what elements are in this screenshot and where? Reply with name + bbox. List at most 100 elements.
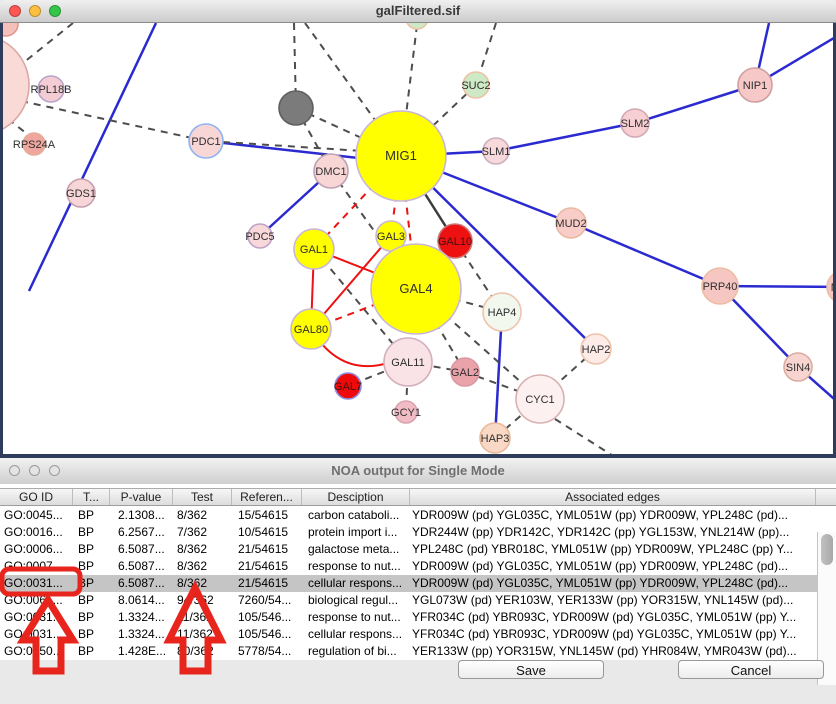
edge-dashed (18, 23, 73, 67)
cell-description: response to nut... (302, 609, 410, 626)
node-gal80[interactable]: GAL80 (291, 309, 331, 349)
table-row-9[interactable]: GO:0050...BP1.428E...80/3625778/54...reg… (0, 643, 836, 660)
cell-assoc: YFR034C (pd) YBR093C, YDR009W (pd) YGL03… (410, 626, 816, 643)
node-gal4[interactable]: GAL4 (371, 244, 461, 334)
node-label: HAP2 (582, 344, 611, 356)
cell-test: 8/362 (173, 575, 232, 592)
edge-blue (571, 223, 720, 286)
node-label: GAL4 (399, 281, 432, 296)
node-label: GAL80 (294, 324, 328, 336)
cell-type: BP (73, 575, 110, 592)
cell-reference: 21/54615 (232, 541, 302, 558)
cell-reference: 5778/54... (232, 643, 302, 660)
cell-test: 7/362 (173, 524, 232, 541)
node-gray[interactable] (279, 91, 313, 125)
cell-p_value: 2.1308... (110, 507, 173, 524)
cell-reference: 21/54615 (232, 575, 302, 592)
node-pdc1[interactable]: PDC1 (189, 124, 223, 158)
node-gal11[interactable]: GAL11 (384, 338, 432, 386)
column-header-assoc[interactable]: Associated edges (410, 489, 816, 505)
node-mig1[interactable]: MIG1 (356, 111, 446, 201)
node-slm1[interactable]: SLM1 (482, 138, 511, 164)
cell-reference: 7260/54... (232, 592, 302, 609)
node-label: NIP1 (743, 80, 767, 92)
column-header-description[interactable]: Desciption (302, 489, 410, 505)
node-slm2[interactable]: SLM2 (621, 109, 650, 137)
node-prp40[interactable]: PRP40 (702, 268, 738, 304)
node-rps24a[interactable]: RPS24A (13, 133, 56, 155)
window-galfiltered: galFiltered.sif RPL18BRPS24AGDS1PDC1PDC5… (0, 0, 836, 458)
window-title: galFiltered.sif (0, 0, 836, 22)
cancel-button[interactable]: Cancel (678, 660, 824, 679)
node-rpl18b[interactable]: RPL18B (31, 76, 72, 102)
save-button[interactable]: Save (458, 660, 604, 679)
cell-type: BP (73, 626, 110, 643)
cell-go_id: GO:0006... (0, 541, 73, 558)
node-label: CYC1 (525, 394, 554, 406)
cell-go_id: GO:0045... (0, 507, 73, 524)
titlebar-noa[interactable]: NOA output for Single Mode (0, 458, 836, 485)
node-label: PDC1 (191, 136, 220, 148)
node-msn[interactable]: MSN (827, 271, 833, 303)
titlebar-galfiltered[interactable]: galFiltered.sif (0, 0, 836, 23)
column-header-go_id[interactable]: GO ID (0, 489, 73, 505)
table-row-5-selected[interactable]: GO:0031...BP6.5087...8/36221/54615cellul… (0, 575, 836, 592)
cell-go_id: GO:0031... (0, 575, 73, 592)
cell-assoc: YGL073W (pd) YER103W, YER133W (pp) YOR31… (410, 592, 816, 609)
table-row-4[interactable]: GO:0007...BP6.5087...8/36221/54615respon… (0, 558, 836, 575)
cell-reference: 21/54615 (232, 558, 302, 575)
column-header-test[interactable]: Test (173, 489, 232, 505)
column-header-reference[interactable]: Referen... (232, 489, 302, 505)
node-label: HAP3 (481, 433, 510, 445)
node-gal2[interactable]: GAL2 (451, 358, 479, 386)
node-gal7[interactable]: GAL7 (334, 373, 362, 399)
node-hap2[interactable]: HAP2 (581, 334, 611, 364)
node-label: MSN (831, 282, 833, 294)
table-row-3[interactable]: GO:0006...BP6.5087...8/36221/54615galact… (0, 541, 836, 558)
table-row-7[interactable]: GO:0031...BP1.3324...11/362105/546...res… (0, 609, 836, 626)
node-gcy1[interactable]: GCY1 (391, 401, 421, 423)
node-label: GAL7 (334, 381, 362, 393)
cell-type: BP (73, 643, 110, 660)
column-header-type[interactable]: T... (73, 489, 110, 505)
node-suc2[interactable]: SUC2 (461, 72, 490, 98)
cell-go_id: GO:0065... (0, 592, 73, 609)
node-sin4[interactable]: SIN4 (784, 353, 812, 381)
node-hap3[interactable]: HAP3 (480, 423, 510, 453)
cell-test: 11/362 (173, 626, 232, 643)
edge-blue (635, 85, 755, 123)
cell-assoc: YPL248C (pd) YBR018C, YML051W (pp) YDR00… (410, 541, 816, 558)
node-large-left[interactable] (3, 35, 29, 135)
node-hap4[interactable]: HAP4 (483, 293, 521, 331)
cell-test: 8/362 (173, 507, 232, 524)
scrollbar-thumb[interactable] (821, 534, 833, 565)
table-row-2[interactable]: GO:0016...BP6.2567...7/36210/54615protei… (0, 524, 836, 541)
network-canvas[interactable]: RPL18BRPS24AGDS1PDC1PDC5MIG1DMC1SUC2SLM1… (0, 23, 836, 458)
cell-description: cellular respons... (302, 575, 410, 592)
cell-test: 8/362 (173, 558, 232, 575)
cell-description: protein import i... (302, 524, 410, 541)
node-label: GAL11 (391, 357, 424, 369)
results-table: GO IDT...P-valueTestReferen...Desciption… (0, 484, 836, 660)
cell-description: cellular respons... (302, 626, 410, 643)
table-row-6[interactable]: GO:0065...BP8.0614...94/3627260/54...bio… (0, 592, 836, 609)
cell-p_value: 6.5087... (110, 541, 173, 558)
node-gds1[interactable]: GDS1 (66, 179, 96, 207)
node-label: RPL18B (31, 84, 72, 96)
cell-description: regulation of bi... (302, 643, 410, 660)
node-green-top[interactable] (406, 23, 428, 29)
node-dmc1[interactable]: DMC1 (314, 154, 348, 188)
node-gal1[interactable]: GAL1 (294, 229, 334, 269)
cell-p_value: 6.5087... (110, 575, 173, 592)
cell-reference: 105/546... (232, 609, 302, 626)
column-header-p_value[interactable]: P-value (110, 489, 173, 505)
node-corner[interactable] (3, 23, 18, 36)
node-nip1[interactable]: NIP1 (738, 68, 772, 102)
node-cyc1[interactable]: CYC1 (516, 375, 564, 423)
cell-p_value: 1.3324... (110, 626, 173, 643)
table-row-8[interactable]: GO:0031...BP1.3324...11/362105/546...cel… (0, 626, 836, 643)
cell-test: 80/362 (173, 643, 232, 660)
node-mud2[interactable]: MUD2 (555, 208, 586, 238)
node-label: SIN4 (786, 362, 810, 374)
table-row-1[interactable]: GO:0045...BP2.1308...8/36215/54615carbon… (0, 507, 836, 524)
